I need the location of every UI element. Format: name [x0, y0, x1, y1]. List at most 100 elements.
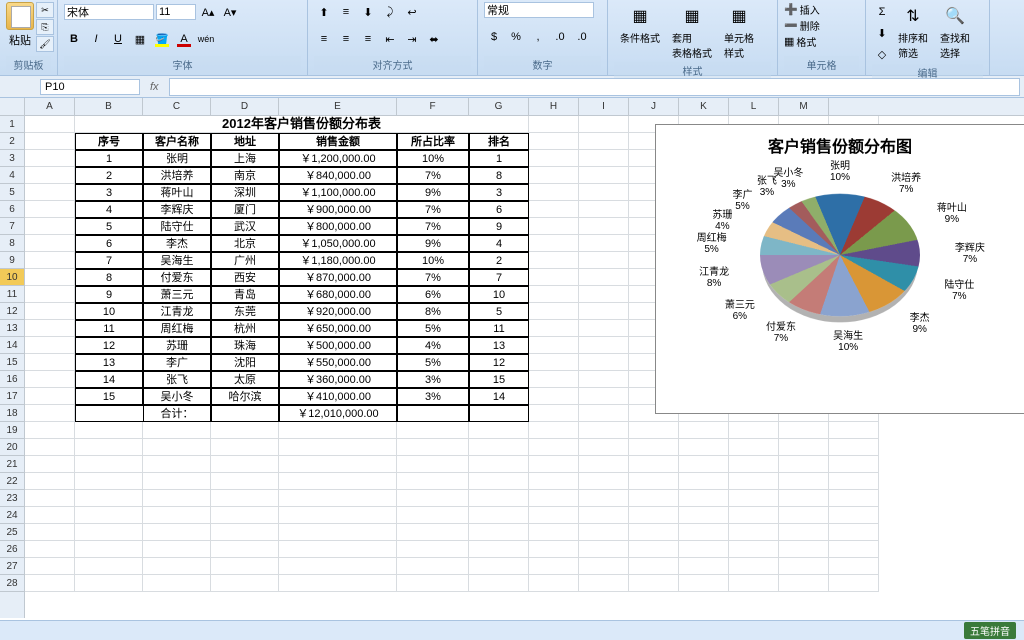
col-header[interactable]: A — [25, 98, 75, 115]
format-painter-button[interactable]: 🖌 — [36, 36, 54, 52]
row-header[interactable]: 4 — [0, 167, 24, 184]
row-header[interactable]: 12 — [0, 303, 24, 320]
border-button[interactable]: ▦ — [130, 29, 150, 49]
table-header-cell: 排名 — [469, 133, 529, 150]
row-header[interactable]: 9 — [0, 252, 24, 269]
format-cells-button[interactable]: ▦格式 — [784, 34, 859, 49]
row-header[interactable]: 7 — [0, 218, 24, 235]
row-header[interactable]: 6 — [0, 201, 24, 218]
col-header[interactable]: J — [629, 98, 679, 115]
row-header[interactable]: 17 — [0, 388, 24, 405]
table-format-button[interactable]: ▦ 套用 表格格式 — [666, 2, 718, 62]
col-header[interactable]: D — [211, 98, 279, 115]
row-header[interactable]: 10 — [0, 269, 24, 286]
row-header[interactable]: 18 — [0, 405, 24, 422]
row-header[interactable]: 27 — [0, 558, 24, 575]
font-name-select[interactable] — [64, 4, 154, 20]
table-total-cell: ￥12,010,000.00 — [279, 405, 397, 422]
row-header[interactable]: 13 — [0, 320, 24, 337]
row-header[interactable]: 15 — [0, 354, 24, 371]
align-center-button[interactable]: ≡ — [336, 29, 356, 49]
row-header[interactable]: 20 — [0, 439, 24, 456]
table-cell: 上海 — [211, 150, 279, 167]
delete-cells-button[interactable]: ➖删除 — [784, 18, 859, 33]
ribbon: 粘贴 ✂ ⎘ 🖌 剪贴板 A▴ A▾ B I U ▦ 🪣 A wén 字体 — [0, 0, 1024, 76]
number-format-select[interactable] — [484, 2, 594, 18]
cell-styles-button[interactable]: ▦ 单元格 样式 — [718, 2, 760, 62]
align-right-button[interactable]: ≡ — [358, 29, 378, 49]
row-header[interactable]: 16 — [0, 371, 24, 388]
col-header[interactable]: H — [529, 98, 579, 115]
table-cell: 陆守仕 — [143, 218, 211, 235]
cut-button[interactable]: ✂ — [36, 2, 54, 18]
table-header-cell: 所占比率 — [397, 133, 469, 150]
align-left-button[interactable]: ≡ — [314, 29, 334, 49]
percent-button[interactable]: % — [506, 27, 526, 47]
row-header[interactable]: 21 — [0, 456, 24, 473]
col-header[interactable]: B — [75, 98, 143, 115]
ime-indicator[interactable]: 五笔拼音 — [964, 622, 1016, 639]
decrease-font-button[interactable]: A▾ — [220, 2, 240, 22]
row-header[interactable]: 14 — [0, 337, 24, 354]
insert-cells-button[interactable]: ➕插入 — [784, 2, 859, 17]
font-size-select[interactable] — [156, 4, 196, 20]
clear-button[interactable]: ◇ — [872, 44, 892, 64]
fill-button[interactable]: ⬇ — [872, 23, 892, 43]
phonetic-button[interactable]: wén — [196, 29, 216, 49]
row-header[interactable]: 25 — [0, 524, 24, 541]
row-header[interactable]: 8 — [0, 235, 24, 252]
col-header[interactable]: I — [579, 98, 629, 115]
row-header[interactable]: 24 — [0, 507, 24, 524]
copy-button[interactable]: ⎘ — [36, 19, 54, 35]
col-header[interactable]: F — [397, 98, 469, 115]
row-header[interactable]: 26 — [0, 541, 24, 558]
align-bottom-button[interactable]: ⬇ — [358, 2, 378, 22]
wrap-text-button[interactable]: ↩ — [402, 2, 422, 22]
underline-button[interactable]: U — [108, 29, 128, 49]
align-middle-button[interactable]: ≡ — [336, 2, 356, 22]
formula-bar[interactable] — [169, 78, 1020, 96]
row-header[interactable]: 1 — [0, 116, 24, 133]
table-cell: 4 — [75, 201, 143, 218]
fill-color-button[interactable]: 🪣 — [152, 29, 172, 49]
col-header[interactable]: C — [143, 98, 211, 115]
select-all-corner[interactable] — [0, 98, 24, 116]
autosum-button[interactable]: Σ — [872, 2, 892, 22]
font-group: A▴ A▾ B I U ▦ 🪣 A wén 字体 — [58, 0, 308, 75]
find-select-button[interactable]: 🔍 查找和 选择 — [934, 2, 976, 64]
table-cell: 江青龙 — [143, 303, 211, 320]
orientation-button[interactable]: ⤸ — [380, 2, 400, 22]
row-header[interactable]: 28 — [0, 575, 24, 592]
row-header[interactable]: 11 — [0, 286, 24, 303]
name-box[interactable] — [40, 79, 140, 95]
table-cell: 蒋叶山 — [143, 184, 211, 201]
col-header[interactable]: E — [279, 98, 397, 115]
row-header[interactable]: 3 — [0, 150, 24, 167]
row-header[interactable]: 22 — [0, 473, 24, 490]
increase-font-button[interactable]: A▴ — [198, 2, 218, 22]
sort-filter-button[interactable]: ⇅ 排序和 筛选 — [892, 2, 934, 64]
row-header[interactable]: 5 — [0, 184, 24, 201]
font-color-button[interactable]: A — [174, 29, 194, 49]
merge-button[interactable]: ⬌ — [424, 29, 444, 49]
italic-button[interactable]: I — [86, 29, 106, 49]
row-header[interactable]: 19 — [0, 422, 24, 439]
row-header[interactable]: 2 — [0, 133, 24, 150]
currency-button[interactable]: $ — [484, 27, 504, 47]
increase-decimal-button[interactable]: .0 — [550, 27, 570, 47]
col-header[interactable]: G — [469, 98, 529, 115]
decrease-indent-button[interactable]: ⇤ — [380, 29, 400, 49]
row-header[interactable]: 23 — [0, 490, 24, 507]
bold-button[interactable]: B — [64, 29, 84, 49]
paste-button[interactable]: 粘贴 — [6, 2, 34, 52]
align-top-button[interactable]: ⬆ — [314, 2, 334, 22]
col-header[interactable]: M — [779, 98, 829, 115]
comma-button[interactable]: , — [528, 27, 548, 47]
conditional-format-button[interactable]: ▦ 条件格式 — [614, 2, 666, 62]
chart[interactable]: 客户销售份额分布图 张明10%洪培养7%蒋叶山9%李辉庆7%陆守仕7%李杰9%吴… — [655, 124, 1024, 414]
fx-icon[interactable]: fx — [144, 81, 165, 93]
increase-indent-button[interactable]: ⇥ — [402, 29, 422, 49]
decrease-decimal-button[interactable]: .0 — [572, 27, 592, 47]
col-header[interactable]: K — [679, 98, 729, 115]
col-header[interactable]: L — [729, 98, 779, 115]
